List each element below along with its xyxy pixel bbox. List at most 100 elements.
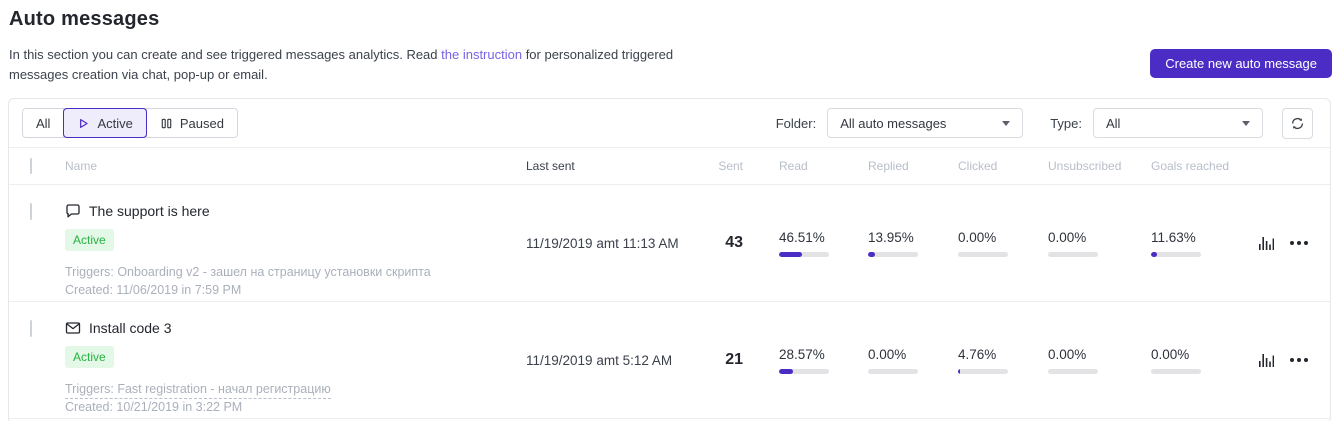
column-header-unsubscribed: Unsubscribed	[1048, 159, 1122, 173]
table-row: The support is here Active Triggers: Onb…	[9, 185, 1330, 302]
column-header-goals-reached: Goals reached	[1151, 159, 1230, 173]
progress-bar	[1048, 251, 1098, 257]
statistics-button[interactable]	[1254, 231, 1278, 255]
status-badge: Active	[65, 346, 114, 368]
ellipsis-icon	[1290, 241, 1308, 245]
goals-reached-percent: 11.63%	[1151, 229, 1196, 245]
progress-fill	[779, 251, 803, 257]
table-header: Name Last sent Sent Read Replied Clicked…	[9, 148, 1330, 185]
read-metric: 46.51%	[779, 230, 868, 257]
tab-all[interactable]: All	[23, 109, 65, 137]
envelope-icon	[65, 320, 81, 336]
tab-active[interactable]: Active	[63, 108, 148, 138]
progress-bar	[868, 368, 918, 374]
sent-count: 43	[725, 234, 743, 251]
page-title: Auto messages	[9, 8, 160, 30]
column-header-read: Read	[779, 159, 808, 173]
chevron-down-icon	[1002, 120, 1011, 126]
folder-select[interactable]: All auto messages	[827, 108, 1024, 138]
clicked-metric: 4.76%	[958, 347, 1048, 374]
progress-bar	[779, 251, 829, 257]
replied-metric: 13.95%	[868, 230, 958, 257]
column-header-clicked: Clicked	[958, 159, 998, 173]
created-text: Created: 10/21/2019 in 3:22 PM	[65, 400, 243, 414]
toolbar: All Active Paused Folder: All auto messa…	[9, 99, 1330, 148]
folder-filter-label: Folder:	[775, 115, 817, 131]
type-select-value: All	[1106, 115, 1121, 131]
progress-fill	[868, 251, 875, 257]
column-header-sent: Sent	[718, 159, 743, 173]
replied-percent: 0.00%	[868, 346, 907, 362]
replied-metric: 0.00%	[868, 347, 958, 374]
last-sent-value: 11/19/2019 amt 11:13 AM	[526, 235, 679, 251]
row-checkbox[interactable]	[30, 320, 32, 337]
create-new-auto-message-button[interactable]: Create new auto message	[1150, 49, 1332, 78]
instruction-link[interactable]: the instruction	[441, 47, 522, 62]
chevron-down-icon	[1242, 120, 1250, 126]
bar-chart-icon	[1258, 352, 1274, 368]
page-header: Auto messages In this section you can cr…	[0, 0, 1338, 85]
type-select[interactable]: All	[1093, 108, 1263, 138]
pause-icon	[160, 117, 173, 130]
unsubscribed-percent: 0.00%	[1048, 346, 1087, 362]
select-all-checkbox[interactable]	[30, 158, 32, 174]
progress-fill	[1151, 251, 1157, 257]
type-filter-label: Type:	[1050, 115, 1082, 131]
last-sent-value: 11/19/2019 amt 5:12 AM	[526, 352, 673, 368]
read-percent: 28.57%	[779, 346, 825, 362]
progress-bar	[1151, 251, 1201, 257]
clicked-percent: 4.76%	[958, 346, 997, 362]
tab-active-label: Active	[97, 115, 133, 131]
tab-paused[interactable]: Paused	[146, 109, 237, 137]
progress-bar	[779, 368, 829, 374]
progress-bar	[958, 251, 1008, 257]
goals-reached-metric: 0.00%	[1151, 347, 1251, 374]
description-text-start: In this section you can create and see t…	[9, 47, 442, 62]
progress-bar	[868, 251, 918, 257]
status-filter-group: All Active Paused	[22, 108, 238, 138]
triggers-text[interactable]: Triggers: Fast registration - начал реги…	[65, 382, 331, 399]
row-checkbox[interactable]	[30, 203, 32, 220]
message-name-link[interactable]: The support is here	[65, 203, 210, 219]
folder-select-value: All auto messages	[840, 115, 947, 131]
message-name-link[interactable]: Install code 3	[65, 320, 172, 336]
column-header-name: Name	[65, 159, 98, 173]
goals-reached-percent: 0.00%	[1151, 346, 1190, 362]
chat-bubble-icon	[65, 203, 81, 219]
auto-messages-card: All Active Paused Folder: All auto messa…	[8, 98, 1331, 421]
toolbar-filters: Folder: All auto messages Type: All	[775, 107, 1313, 139]
triggers-text: Triggers: Onboarding v2 - зашел на стран…	[65, 265, 431, 279]
read-percent: 46.51%	[779, 229, 825, 245]
status-badge: Active	[65, 229, 114, 251]
tab-all-label: All	[36, 115, 51, 131]
goals-reached-metric: 11.63%	[1151, 230, 1251, 257]
refresh-icon	[1290, 116, 1305, 131]
clicked-metric: 0.00%	[958, 230, 1048, 257]
progress-bar	[1151, 368, 1201, 374]
replied-percent: 13.95%	[868, 229, 914, 245]
read-metric: 28.57%	[779, 347, 868, 374]
row-menu-button[interactable]	[1286, 354, 1312, 366]
ellipsis-icon	[1290, 358, 1308, 362]
progress-fill	[779, 368, 794, 374]
tab-paused-label: Paused	[179, 115, 224, 131]
unsubscribed-metric: 0.00%	[1048, 230, 1151, 257]
statistics-button[interactable]	[1254, 348, 1278, 372]
refresh-button[interactable]	[1282, 107, 1313, 139]
created-text: Created: 11/06/2019 in 7:59 PM	[65, 283, 242, 297]
sent-count: 21	[725, 351, 743, 368]
message-name: The support is here	[89, 203, 210, 219]
message-name: Install code 3	[89, 320, 172, 336]
progress-fill	[958, 368, 961, 374]
progress-bar	[1048, 368, 1098, 374]
clicked-percent: 0.00%	[958, 229, 997, 245]
bar-chart-icon	[1258, 235, 1274, 251]
table-row: Install code 3 Active Triggers: Fast reg…	[9, 302, 1330, 419]
unsubscribed-percent: 0.00%	[1048, 229, 1087, 245]
page-description: In this section you can create and see t…	[9, 45, 709, 85]
row-menu-button[interactable]	[1286, 237, 1312, 249]
column-header-replied: Replied	[868, 159, 909, 173]
progress-bar	[958, 368, 1008, 374]
play-icon	[77, 117, 90, 130]
column-header-last-sent: Last sent	[526, 159, 575, 173]
